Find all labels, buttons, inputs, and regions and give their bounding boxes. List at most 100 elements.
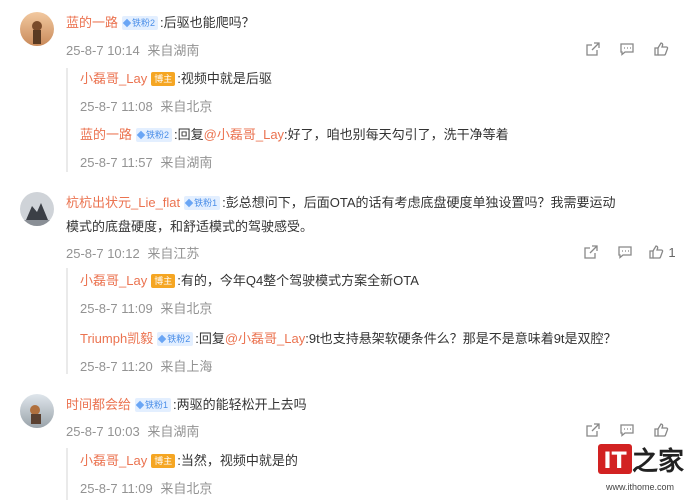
user-name[interactable]: 时间都会给 bbox=[66, 397, 131, 412]
timestamp: 25-8-7 11:08 bbox=[80, 99, 153, 114]
reply-text: :好了，咱也别每天勾引了，洗干净等着 bbox=[284, 127, 509, 142]
reply-meta: 25-8-7 11:09 来自北京 bbox=[80, 298, 212, 317]
comment-actions bbox=[576, 421, 678, 439]
comment-actions bbox=[576, 40, 678, 58]
fan-badge: 铁粉2 bbox=[136, 128, 173, 142]
user-name[interactable]: 小磊哥_Lay bbox=[80, 273, 147, 288]
like-icon bbox=[654, 42, 669, 56]
location: 来自江苏 bbox=[147, 246, 200, 261]
reply-prefix: :回复 bbox=[174, 127, 204, 142]
reply-meta: 25-8-7 11:20 来自上海 bbox=[80, 356, 212, 375]
user-name[interactable]: 小磊哥_Lay bbox=[80, 453, 147, 468]
host-badge: 博主 bbox=[151, 72, 176, 86]
comment-item: 杭杭出状元_Lie_flat 铁粉1:彭总想问下，后面OTA的话有考虑底盘硬度单独… bbox=[0, 182, 696, 382]
reply-header: 小磊哥_Lay 博主:视频中就是后驱 bbox=[80, 70, 272, 88]
share-button[interactable] bbox=[576, 421, 610, 439]
comment-text: :两驱的能轻松开上去吗 bbox=[173, 397, 307, 412]
like-icon bbox=[649, 245, 664, 259]
diamond-icon bbox=[135, 400, 145, 410]
fan-badge: 铁粉1 bbox=[135, 398, 172, 412]
like-count: 1 bbox=[668, 244, 676, 260]
location: 来自北京 bbox=[160, 99, 213, 114]
reply-text: :9t也支持悬架软硬条件么？那是不是意味着9t是双腔？ bbox=[305, 331, 617, 346]
comment-icon bbox=[620, 424, 634, 437]
share-button[interactable] bbox=[574, 243, 608, 261]
fan-badge: 铁粉1 bbox=[184, 196, 221, 210]
reply-meta: 25-8-7 11:09 来自北京 bbox=[80, 478, 212, 497]
location: 来自湖南 bbox=[147, 43, 200, 58]
comment-button[interactable] bbox=[608, 243, 642, 261]
comment-header: 时间都会给 铁粉1:两驱的能轻松开上去吗 bbox=[66, 396, 307, 414]
like-button[interactable] bbox=[644, 40, 678, 58]
timestamp: 25-8-7 10:14 bbox=[66, 43, 140, 58]
reply-text: :视频中就是后驱 bbox=[177, 71, 272, 86]
like-icon bbox=[654, 423, 669, 437]
like-button[interactable] bbox=[644, 421, 678, 439]
timestamp: 25-8-7 11:20 bbox=[80, 359, 153, 374]
reply-header: 小磊哥_Lay 博主:有的，今年Q4整个驾驶模式方案全新OTA bbox=[80, 272, 419, 290]
reply-meta: 25-8-7 11:08 来自北京 bbox=[80, 96, 212, 115]
timestamp: 25-8-7 10:03 bbox=[66, 424, 140, 439]
user-name[interactable]: 蓝的一路 bbox=[80, 127, 132, 142]
comment-button[interactable] bbox=[610, 421, 644, 439]
diamond-icon bbox=[136, 130, 146, 140]
like-button[interactable]: 1 bbox=[642, 243, 682, 261]
timestamp: 25-8-7 11:09 bbox=[80, 481, 153, 496]
comment-icon bbox=[618, 246, 632, 259]
comment-header: 蓝的一路 铁粉2:后驱也能爬吗？ bbox=[66, 14, 255, 32]
reply-meta: 25-8-7 11:57 来自湖南 bbox=[80, 152, 212, 171]
comment-meta: 25-8-7 10:14 来自湖南 bbox=[66, 40, 199, 59]
reply-list: 小磊哥_Lay 博主:视频中就是后驱 25-8-7 11:08 来自北京 蓝的一路… bbox=[66, 68, 688, 172]
comment-text-continued: 模式的底盘硬度，和舒适模式的驾驶感受。 bbox=[66, 219, 314, 234]
host-badge: 博主 bbox=[151, 274, 176, 288]
avatar[interactable] bbox=[20, 394, 54, 428]
svg-text:之家: 之家 bbox=[632, 446, 684, 477]
reply-text: :有的，今年Q4整个驾驶模式方案全新OTA bbox=[177, 273, 419, 288]
comment-header: 杭杭出状元_Lie_flat 铁粉1:彭总想问下，后面OTA的话有考虑底盘硬度单独… bbox=[66, 194, 616, 212]
mention-link[interactable]: @小磊哥_Lay bbox=[204, 127, 284, 142]
location: 来自北京 bbox=[160, 301, 213, 316]
reply-text: :当然，视频中就是的 bbox=[177, 453, 298, 468]
reply-prefix: :回复 bbox=[195, 331, 225, 346]
location: 来自北京 bbox=[160, 481, 213, 496]
share-button[interactable] bbox=[576, 40, 610, 58]
diamond-icon bbox=[157, 334, 167, 344]
fan-badge: 铁粉2 bbox=[122, 16, 159, 30]
comment-item: 蓝的一路 铁粉2:后驱也能爬吗？ 25-8-7 10:14 来自湖南 小磊哥_La… bbox=[0, 0, 696, 178]
reply-list: 小磊哥_Lay 博主:有的，今年Q4整个驾驶模式方案全新OTA 25-8-7 11… bbox=[66, 268, 688, 374]
share-icon bbox=[586, 42, 600, 56]
comment-text: :彭总想问下，后面OTA的话有考虑底盘硬度单独设置吗？我需要运动 bbox=[222, 195, 616, 210]
timestamp: 25-8-7 11:57 bbox=[80, 155, 153, 170]
comment-meta: 25-8-7 10:03 来自湖南 bbox=[66, 421, 199, 440]
ithome-logo-icon: IT 之家 bbox=[598, 444, 684, 477]
diamond-icon bbox=[184, 198, 194, 208]
diamond-icon bbox=[122, 18, 132, 28]
avatar[interactable] bbox=[20, 192, 54, 226]
location: 来自湖南 bbox=[160, 155, 213, 170]
user-name[interactable]: Triumph凯毅 bbox=[80, 331, 153, 346]
location: 来自上海 bbox=[160, 359, 213, 374]
share-icon bbox=[584, 245, 598, 259]
comment-button[interactable] bbox=[610, 40, 644, 58]
user-name[interactable]: 小磊哥_Lay bbox=[80, 71, 147, 86]
comment-text: :后驱也能爬吗？ bbox=[160, 15, 255, 30]
mention-link[interactable]: @小磊哥_Lay bbox=[225, 331, 305, 346]
user-name[interactable]: 杭杭出状元_Lie_flat bbox=[66, 195, 180, 210]
comment-icon bbox=[620, 43, 634, 56]
host-badge: 博主 bbox=[151, 454, 176, 468]
fan-badge: 铁粉2 bbox=[157, 332, 194, 346]
watermark-url: www.ithome.com bbox=[605, 482, 674, 492]
avatar[interactable] bbox=[20, 12, 54, 46]
ithome-watermark: IT 之家 www.ithome.com bbox=[592, 440, 688, 496]
share-icon bbox=[586, 423, 600, 437]
reply-header: Triumph凯毅 铁粉2:回复@小磊哥_Lay:9t也支持悬架软硬条件么？那是不… bbox=[80, 330, 617, 348]
comment-meta: 25-8-7 10:12 来自江苏 bbox=[66, 243, 199, 262]
comment-actions: 1 bbox=[574, 243, 682, 261]
user-name[interactable]: 蓝的一路 bbox=[66, 15, 118, 30]
reply-header: 蓝的一路 铁粉2:回复@小磊哥_Lay:好了，咱也别每天勾引了，洗干净等着 bbox=[80, 126, 509, 144]
timestamp: 25-8-7 10:12 bbox=[66, 246, 140, 261]
svg-text:IT: IT bbox=[603, 449, 626, 474]
location: 来自湖南 bbox=[147, 424, 200, 439]
timestamp: 25-8-7 11:09 bbox=[80, 301, 153, 316]
reply-header: 小磊哥_Lay 博主:当然，视频中就是的 bbox=[80, 452, 298, 470]
